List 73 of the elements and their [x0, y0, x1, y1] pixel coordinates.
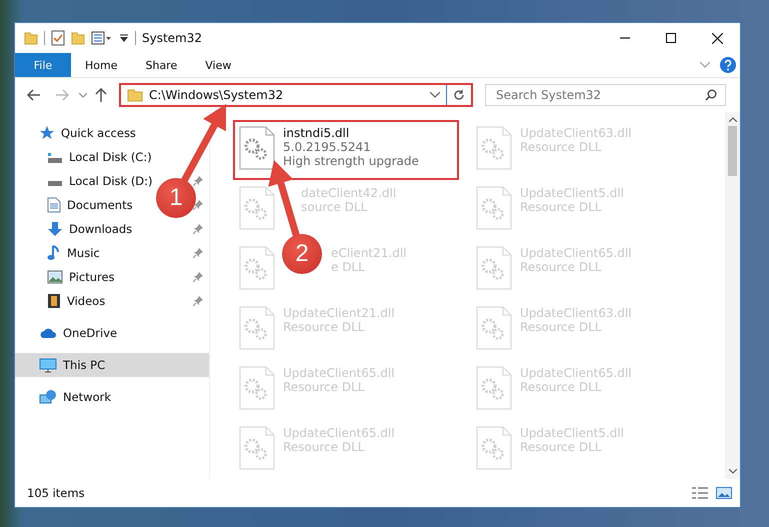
pin-icon[interactable]	[193, 224, 203, 234]
picture-icon	[47, 270, 63, 284]
large-icons-view-icon[interactable]	[716, 487, 732, 499]
network-icon	[39, 389, 57, 405]
ribbon-tab[interactable]: View	[191, 53, 246, 77]
search-field[interactable]: Search System32	[485, 84, 726, 106]
dll-file-icon	[476, 126, 512, 170]
dll-file-icon	[476, 306, 512, 350]
maximize-icon	[666, 33, 676, 43]
address-bar[interactable]: C:\Windows\System32	[119, 83, 473, 107]
folder-icon	[127, 88, 143, 102]
sidebar-item[interactable]: Network	[15, 385, 209, 409]
window-title: System32	[142, 31, 202, 45]
sidebar-item[interactable]: Downloads	[47, 221, 132, 237]
scroll-down-icon[interactable]	[728, 469, 736, 474]
pin-icon[interactable]	[193, 248, 203, 258]
dropdown-caret-icon[interactable]	[430, 92, 440, 98]
pin-icon[interactable]	[193, 272, 203, 282]
customize-dropdown-icon[interactable]	[119, 33, 129, 43]
cloud-icon	[39, 327, 57, 339]
sidebar-item[interactable]: Local Disk (C:)	[47, 150, 152, 164]
file-name: instndi5.dll	[283, 126, 350, 140]
properties-icon[interactable]	[91, 31, 113, 45]
item-count: 105 items	[27, 486, 85, 500]
expand-ribbon-icon[interactable]	[700, 62, 710, 68]
search-input[interactable]: Search System32	[494, 87, 705, 103]
sidebar-item[interactable]: Documents	[47, 197, 133, 213]
up-arrow-icon[interactable]	[95, 88, 107, 102]
dll-file-icon	[239, 126, 275, 170]
details-view-icon[interactable]	[692, 487, 708, 499]
sidebar-item[interactable]: Music	[47, 245, 100, 261]
close-icon	[712, 32, 722, 44]
scroll-up-icon[interactable]	[728, 117, 736, 122]
back-arrow-icon[interactable]	[27, 89, 41, 101]
pin-icon[interactable]	[193, 200, 203, 210]
file-detail: 5.0.2195.5241	[283, 140, 372, 154]
drive-icon	[47, 150, 63, 164]
dll-file-icon	[476, 366, 512, 410]
dll-file-icon	[239, 306, 275, 350]
recent-dropdown-icon[interactable]	[79, 92, 87, 98]
dll-file-icon	[239, 246, 275, 290]
pin-icon[interactable]	[193, 176, 203, 186]
document-icon	[47, 197, 61, 213]
dll-file-icon	[239, 186, 275, 230]
dll-file-icon	[239, 366, 275, 410]
file-detail: High strength upgrade	[283, 154, 419, 168]
film-icon	[47, 293, 61, 309]
scrollbar[interactable]	[725, 112, 740, 479]
dll-file-icon	[476, 426, 512, 470]
scrollbar-thumb[interactable]	[728, 126, 737, 176]
search-icon[interactable]	[705, 89, 717, 101]
sidebar-item[interactable]: Local Disk (D:)	[47, 174, 153, 188]
monitor-icon	[39, 358, 57, 372]
dll-file-icon	[476, 246, 512, 290]
sidebar-item[interactable]: Videos	[47, 293, 106, 309]
ribbon-tab[interactable]: File	[15, 53, 71, 77]
sidebar-item[interactable]: This PC	[15, 353, 209, 377]
star-icon	[39, 125, 55, 141]
drive-icon	[47, 181, 63, 187]
file-tile[interactable]: instndi5.dll 5.0.2195.5241 High strength upgrade	[233, 120, 459, 180]
ribbon-tab[interactable]: Share	[131, 53, 192, 77]
download-arrow-icon	[47, 221, 63, 237]
dll-file-icon	[239, 426, 275, 470]
checklist-icon[interactable]	[51, 30, 65, 46]
help-icon[interactable]	[720, 57, 736, 73]
dll-file-icon	[476, 186, 512, 230]
sidebar-item[interactable]: Quick access	[15, 121, 209, 145]
sidebar-item[interactable]: OneDrive	[15, 321, 209, 345]
ribbon-tab[interactable]: Home	[71, 53, 132, 77]
pin-icon[interactable]	[193, 296, 203, 306]
music-note-icon	[47, 245, 61, 261]
sidebar-item[interactable]: Pictures	[47, 270, 115, 284]
refresh-icon[interactable]	[453, 89, 465, 101]
